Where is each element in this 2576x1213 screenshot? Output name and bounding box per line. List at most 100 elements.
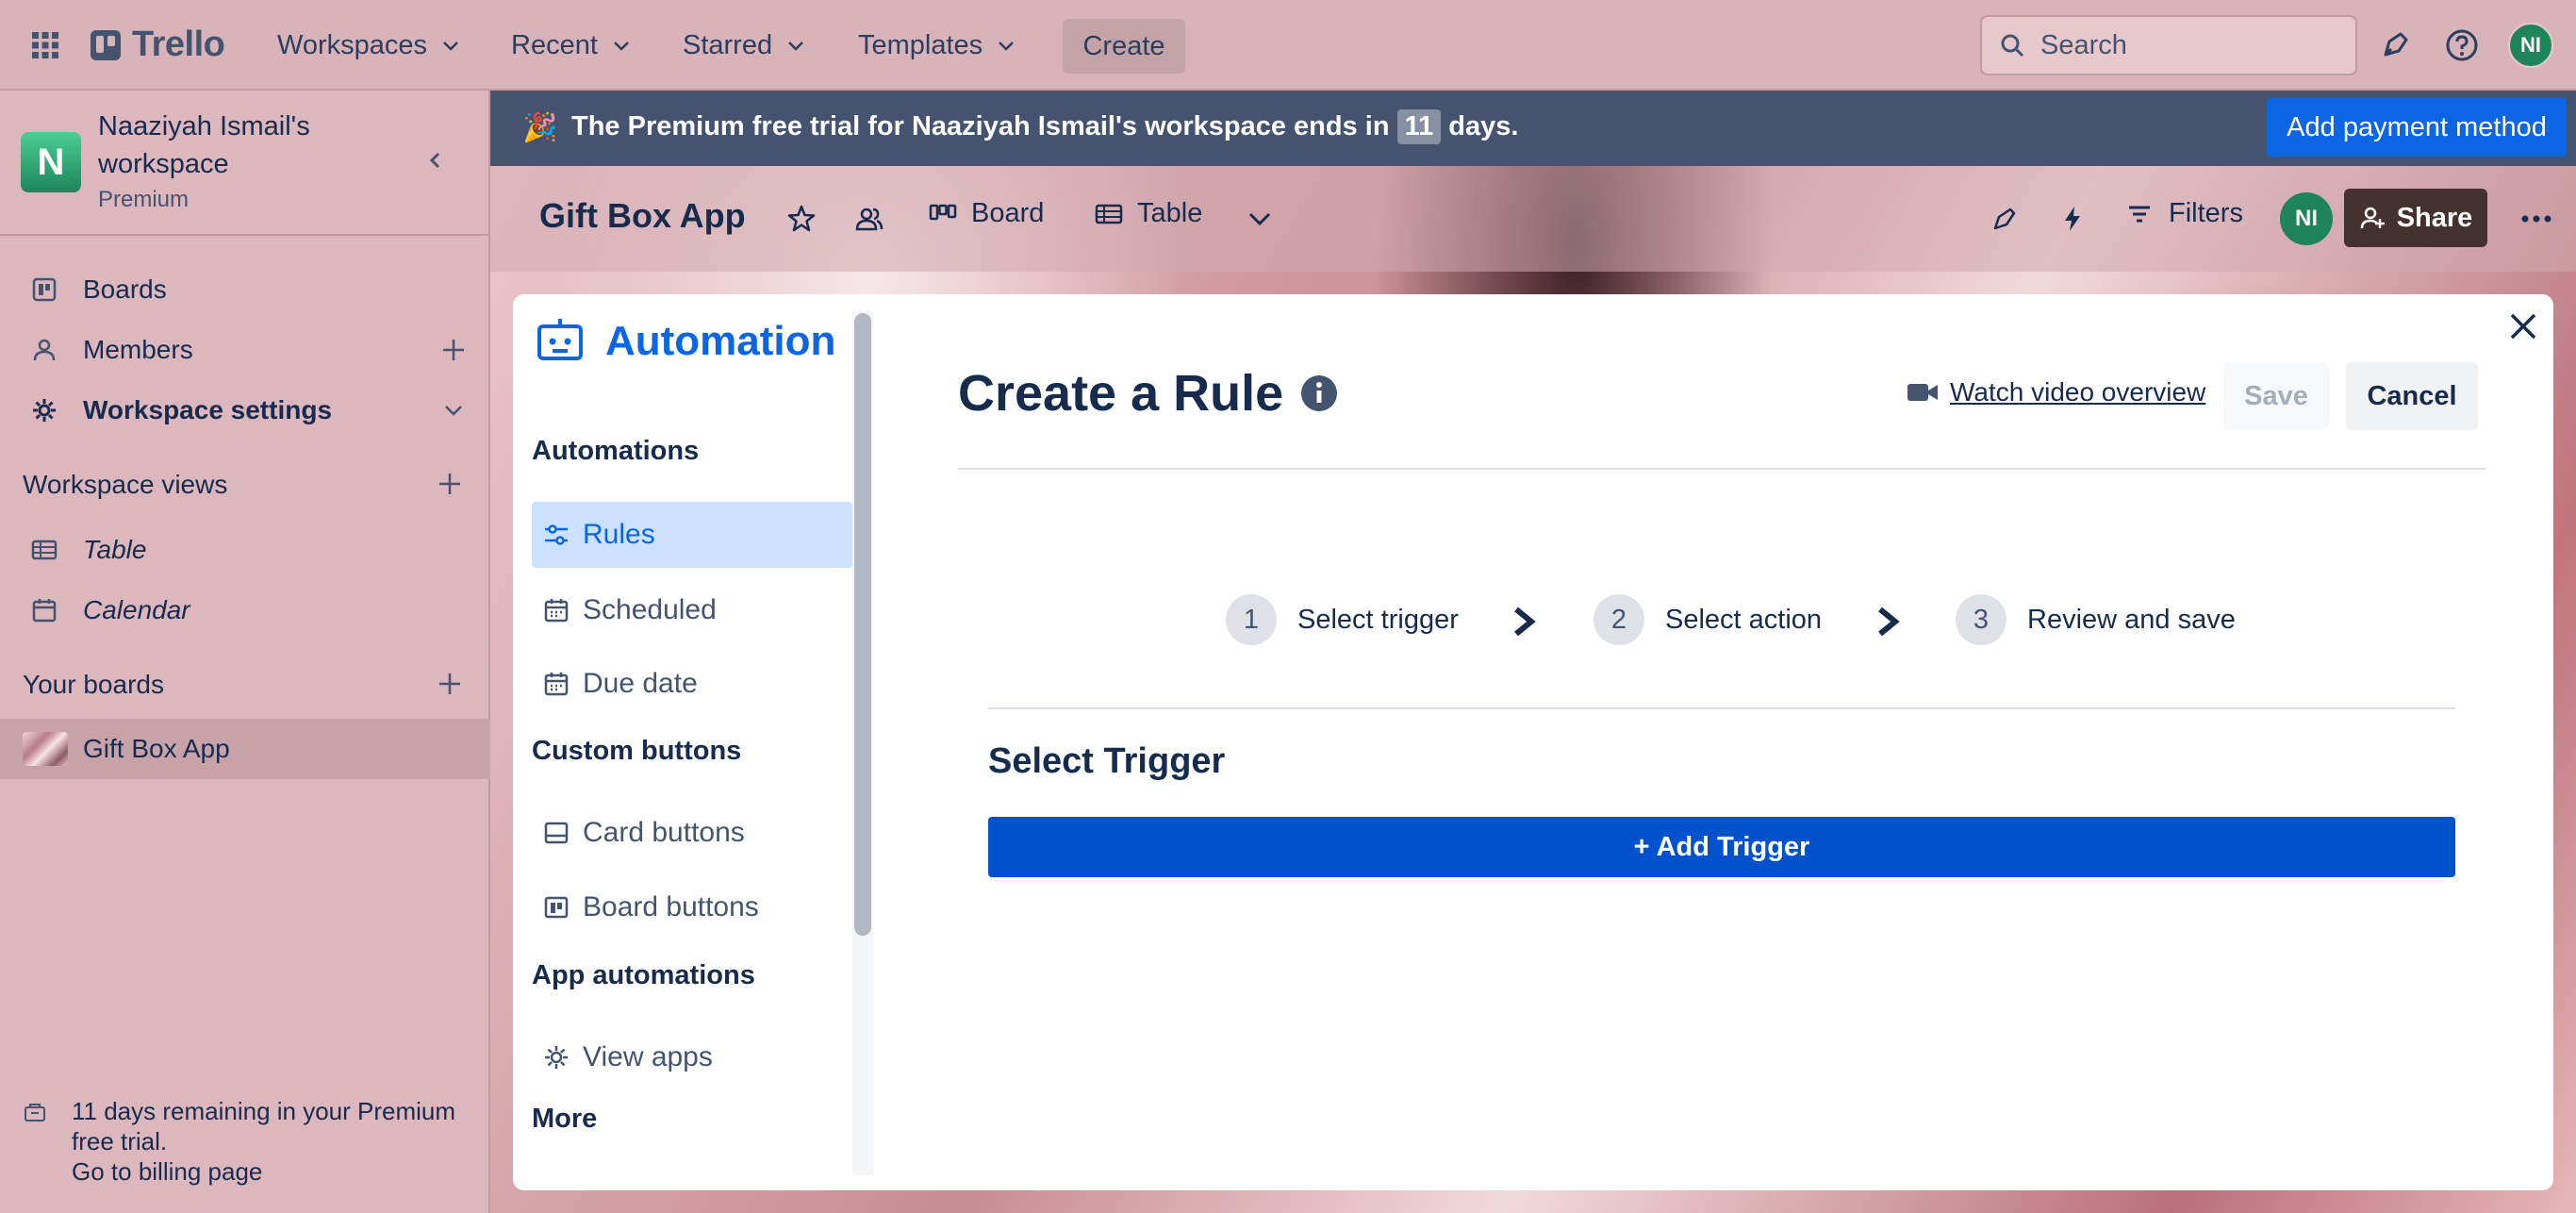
party-icon: 🎉 [522,112,558,143]
automations-heading: Automations [532,436,700,466]
automation-nav-card-buttons[interactable]: Card buttons [532,800,852,866]
sidebar-item-label: Calendar [83,595,190,624]
table-icon [31,540,58,560]
chevron-right-icon [1878,606,1900,637]
days-remaining-badge: 11 [1396,109,1442,144]
board-icon [32,277,57,302]
step-number: 3 [1956,594,2006,645]
add-trigger-button[interactable]: + Add Trigger [988,817,2455,877]
step-label: Select trigger [1297,604,1459,635]
workspace-logo: N [21,132,81,192]
sidebar-item-workspace-settings[interactable]: Workspace settings [0,381,490,440]
board-view-tab[interactable]: Board [928,198,1044,229]
automation-bolt-icon[interactable] [2057,204,2088,234]
add-view-icon[interactable] [436,470,464,498]
help-icon[interactable] [2443,26,2481,64]
banner-text: The Premium free trial for Naaziyah Isma… [571,111,1390,141]
automation-nav-view-apps[interactable]: View apps [532,1024,852,1090]
automation-nav-scroll-thumb[interactable] [854,313,871,936]
automation-nav-label: Card buttons [583,817,745,848]
chevron-down-icon [788,42,803,51]
automation-title-text: Automation [605,318,836,364]
app-automations-heading: App automations [532,960,755,990]
trial-banner: 🎉 The Premium free trial for Naaziyah Is… [490,91,2576,166]
add-member-icon[interactable] [439,336,468,364]
workspaces-menu[interactable]: Workspaces [266,19,472,72]
star-icon[interactable] [786,204,817,234]
board-member-avatar[interactable]: NI [2280,192,2333,245]
automation-nav-rules[interactable]: Rules [532,502,852,568]
collapse-sidebar-icon[interactable] [422,147,449,174]
automation-nav-due-date[interactable]: Due date [532,651,852,717]
chevron-down-icon[interactable] [1245,204,1275,234]
divider [958,468,2485,470]
starred-menu-label: Starred [683,29,773,60]
share-button[interactable]: Share [2344,189,2487,247]
sidebar-item-calendar[interactable]: Calendar [0,581,490,640]
info-icon[interactable] [1298,373,1340,414]
table-view-tab[interactable]: Table [1094,198,1202,229]
create-button[interactable]: Create [1063,19,1185,74]
automation-nav-label: Rules [583,519,655,550]
close-icon[interactable] [2504,307,2542,345]
watch-video-link[interactable]: Watch video overview [1907,377,2205,407]
calendar-icon [544,599,569,623]
workspace-views-heading: Workspace views [23,470,228,499]
board-view-label: Board [971,198,1045,228]
save-button[interactable]: Save [2223,362,2329,430]
step-number: 2 [1593,594,1644,645]
automation-nav-label: Due date [583,668,698,699]
sidebar-item-boards[interactable]: Boards [0,260,490,319]
app-switcher-icon[interactable] [28,28,62,62]
automation-modal: Automation Automations Rules Scheduled D… [513,294,2553,1190]
step-select-action: 2 Select action [1593,594,1822,645]
templates-menu[interactable]: Templates [847,19,1028,72]
automation-nav-label: Scheduled [583,594,717,625]
divider [988,707,2455,709]
trello-logo-icon [91,29,121,60]
watch-video-label: Watch video overview [1950,377,2206,407]
automation-nav-board-buttons[interactable]: Board buttons [532,874,852,940]
sidebar-item-label: Workspace settings [83,395,333,424]
table-icon [1095,204,1123,224]
billing-link[interactable]: Go to billing page [72,1156,468,1187]
rule-title-text: Create a Rule [958,365,1284,422]
banner-text-suffix: days. [1448,111,1519,141]
chevron-right-icon [1514,606,1536,637]
board-thumbnail [23,732,68,766]
add-payment-method-button[interactable]: Add payment method [2267,98,2567,157]
chevron-down-icon[interactable] [439,396,468,424]
trello-logo[interactable]: Trello [91,25,225,65]
sidebar-board-gift-box-app[interactable]: Gift Box App [0,719,490,779]
recent-menu[interactable]: Recent [500,19,643,72]
automation-nav: Automation Automations Rules Scheduled D… [513,294,890,1190]
cancel-button[interactable]: Cancel [2346,362,2478,430]
board-title[interactable]: Gift Box App [539,196,746,236]
whats-new-icon[interactable] [2376,26,2414,64]
trial-icon [25,1104,45,1122]
add-board-icon[interactable] [436,670,464,698]
search-input[interactable] [2040,29,2342,61]
starred-menu[interactable]: Starred [671,19,817,72]
sidebar-item-table[interactable]: Table [0,521,490,579]
sidebar-item-members[interactable]: Members [0,321,490,379]
board-header: Gift Box App Board Table Filters NI Shar… [490,166,2576,272]
sidebar-board-label: Gift Box App [83,734,230,763]
workspace-name[interactable]: Naaziyah Ismail's workspace [98,108,343,183]
gear-icon [545,1046,568,1069]
more-heading[interactable]: More [532,1104,597,1135]
power-ups-icon[interactable] [1990,204,2020,234]
select-trigger-heading: Select Trigger [988,741,1226,781]
workspace-visibility-icon[interactable] [854,204,884,234]
automation-nav-label: Board buttons [583,891,759,922]
rule-steps: 1 Select trigger 2 Select action 3 Revie… [1226,594,2263,651]
step-label: Select action [1665,604,1823,635]
recent-menu-label: Recent [511,29,598,60]
more-options-icon[interactable] [2519,204,2553,234]
calendar-icon [544,673,569,696]
filters-button[interactable]: Filters [2125,198,2243,229]
user-avatar[interactable]: NI [2508,23,2553,68]
search-box[interactable] [1980,15,2357,75]
workspaces-menu-label: Workspaces [277,29,428,60]
automation-nav-scheduled[interactable]: Scheduled [532,577,852,643]
